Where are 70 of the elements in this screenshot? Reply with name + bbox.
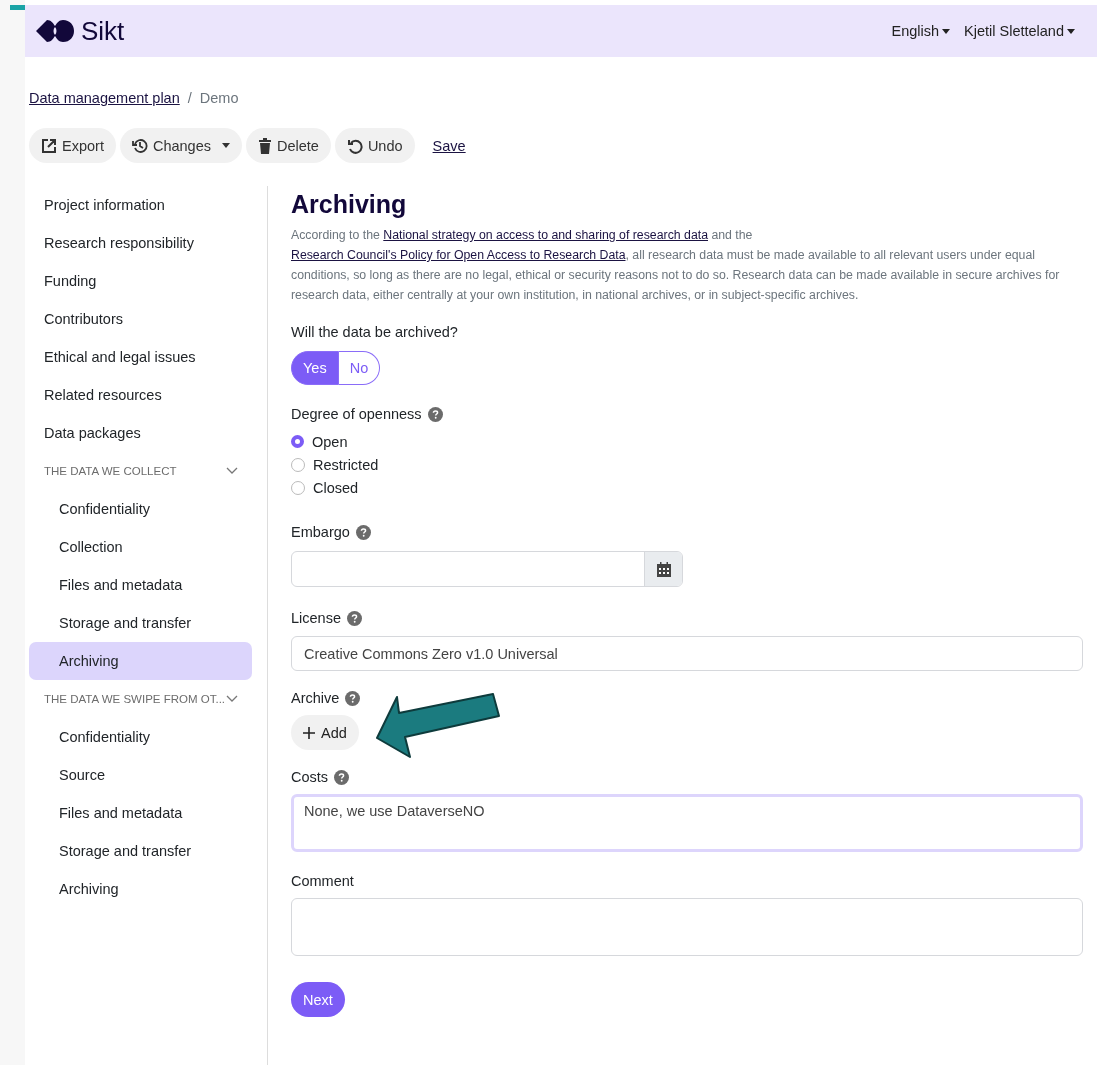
chevron-icon: [226, 467, 238, 475]
help-icon[interactable]: [345, 690, 361, 706]
help-icon[interactable]: [347, 610, 362, 626]
history-icon: [131, 137, 148, 154]
field-label: License: [291, 610, 341, 626]
chevron-icon: [226, 695, 238, 703]
delete-button[interactable]: Delete: [245, 128, 331, 163]
sidebar-item[interactable]: Data packages: [29, 414, 252, 452]
logo-icon: [35, 19, 75, 43]
header-menu[interactable]: English: [891, 23, 951, 39]
breadcrumb-link[interactable]: Data management plan: [29, 90, 180, 106]
sidebar-item[interactable]: Confidentiality: [29, 490, 252, 528]
help-icon[interactable]: [355, 524, 371, 540]
sidebar-item[interactable]: Files and metadata: [29, 794, 252, 832]
add-button[interactable]: Add: [291, 715, 359, 750]
intro-paragraph: According to the National strategy on access to and sharing of research data and the Research Council's Policy for Open Access to Research Data, all research data must be made available to all relevant users under equal conditions, so long as there are no legal, ethical or security reasons not to do so. Research data can be made available in secure archives for research data, either centrally at your own institution, in national archives, or in subject-specific archives.: [291, 227, 1061, 304]
comment-field[interactable]: [291, 898, 1083, 956]
corner-mark: [10, 5, 25, 10]
changes-button[interactable]: Changes: [119, 128, 242, 163]
header-menu[interactable]: Kjetil Sletteland: [964, 23, 1075, 39]
sidebar-group[interactable]: THE DATA WE COLLECT: [29, 452, 252, 490]
breadcrumb-separator: /: [187, 90, 192, 106]
page-title: Archiving: [291, 190, 408, 219]
external-link-icon: [41, 137, 57, 154]
field-label: Will the data be archived?: [291, 324, 458, 340]
export-button[interactable]: Export: [29, 128, 116, 163]
radio-label: Closed: [313, 479, 359, 496]
sidebar-item[interactable]: Archiving: [29, 870, 252, 908]
sidebar-item[interactable]: Contributors: [29, 300, 252, 338]
radio-label: Restricted: [313, 456, 379, 473]
radio-button[interactable]: [291, 435, 304, 448]
sidebar-item[interactable]: Funding: [29, 262, 252, 300]
field-label: Embargo: [291, 524, 350, 540]
undo-icon: [346, 137, 363, 154]
sidebar-item[interactable]: Files and metadata: [29, 566, 252, 604]
toggle-option[interactable]: No: [338, 351, 381, 385]
next-button[interactable]: Next: [291, 982, 345, 1017]
sidebar-item[interactable]: Confidentiality: [29, 718, 252, 756]
policy-link[interactable]: National strategy on access to and sharing of research data: [383, 228, 708, 242]
help-icon[interactable]: [427, 406, 443, 422]
sidebar-item[interactable]: Related resources: [29, 376, 252, 414]
sidebar-item[interactable]: Storage and transfer: [29, 604, 252, 642]
field-label: Degree of openness: [291, 406, 422, 422]
caret-icon: [942, 28, 951, 34]
calendar-icon[interactable]: [656, 561, 671, 577]
field-label: Costs: [291, 769, 329, 785]
sidebar-group[interactable]: THE DATA WE SWIPE FROM OT...: [29, 680, 252, 718]
help-icon[interactable]: [334, 769, 350, 785]
date-field[interactable]: [291, 551, 683, 587]
sidebar-item[interactable]: Source: [29, 756, 252, 794]
caret-icon: [1067, 28, 1075, 34]
undo-button[interactable]: Undo: [334, 128, 415, 163]
sidebar-item[interactable]: Project information: [29, 186, 252, 224]
sidebar-item[interactable]: Research responsibility: [29, 224, 252, 262]
field-label: Comment: [291, 873, 354, 889]
save-link[interactable]: Save: [432, 137, 466, 154]
field-label: Archive: [291, 690, 340, 706]
logo-text: Sikt: [81, 15, 125, 47]
policy-link[interactable]: Research Council's Policy for Open Access to Research Data: [291, 248, 626, 262]
sidebar-item[interactable]: Archiving: [29, 642, 252, 680]
radio-label: Open: [312, 433, 348, 450]
plus-icon: [303, 726, 315, 739]
sidebar-item[interactable]: Storage and transfer: [29, 832, 252, 870]
sidebar-item[interactable]: Ethical and legal issues: [29, 338, 252, 376]
breadcrumb-current: Demo: [199, 90, 239, 106]
trash-icon: [257, 137, 272, 154]
license-field[interactable]: Creative Commons Zero v1.0 Universal: [291, 636, 1083, 671]
sidebar-item[interactable]: Collection: [29, 528, 252, 566]
toggle-option[interactable]: Yes: [291, 351, 339, 385]
costs-field[interactable]: None, we use DataverseNO: [291, 794, 1083, 852]
